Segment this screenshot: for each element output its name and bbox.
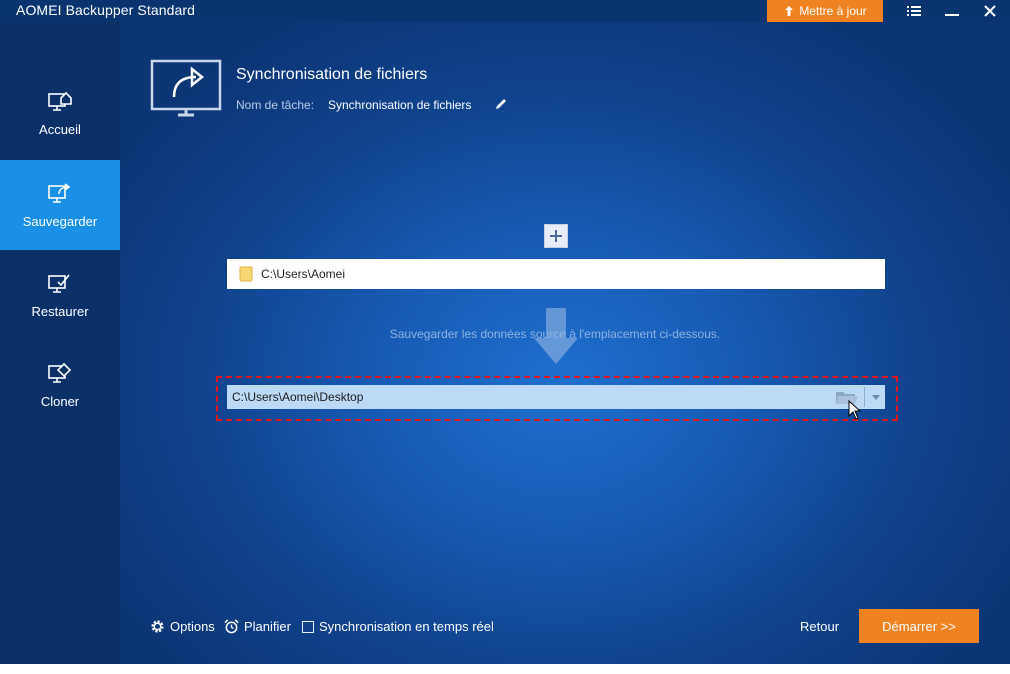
update-button[interactable]: Mettre à jour [767,0,883,22]
back-button[interactable]: Retour [800,619,839,634]
destination-path-field[interactable]: C:\Users\Aomei\Desktop [227,385,885,409]
task-name-label: Nom de tâche: [236,98,315,112]
sidebar-item-label: Cloner [40,393,80,409]
clone-icon [48,362,72,383]
realtime-sync-option[interactable]: Synchronisation en temps réel [302,619,494,634]
destination-path: C:\Users\Aomei\Desktop [232,390,364,404]
menu-icon[interactable] [899,0,929,22]
realtime-sync-label: Synchronisation en temps réel [319,619,494,634]
chevron-down-icon [871,394,880,400]
sidebar-item-restore[interactable]: Restaurer [0,250,120,340]
add-source-button[interactable] [544,224,568,248]
restore-icon [48,274,70,293]
app-window: AOMEI Backupper Standard Mettre à jour A… [0,0,1010,664]
update-button-label: Mettre à jour [799,4,867,18]
source-path: C:\Users\Aomei [261,267,346,281]
sidebar-item-label: Restaurer [31,303,89,319]
plus-icon [550,230,562,242]
options-label: Options [170,619,215,634]
gear-icon [151,620,164,633]
home-icon [48,91,72,111]
sidebar-item-label: Sauvegarder [22,213,98,229]
schedule-label: Planifier [244,619,291,634]
schedule-button[interactable]: Planifier [224,619,291,634]
backup-icon [48,182,71,203]
source-folder-field[interactable]: C:\Users\Aomei [227,259,885,289]
sidebar-item-label: Accueil [39,121,81,137]
close-icon[interactable] [975,0,1005,22]
start-button[interactable]: Démarrer >> [859,609,979,643]
sidebar-item-home[interactable]: Accueil [0,68,120,158]
destination-hint: Sauvegarder les données source à l'empla… [389,327,721,341]
upload-arrow-icon [785,6,794,16]
sidebar-item-backup[interactable]: Sauvegarder [0,160,120,250]
minimize-icon[interactable] [937,0,967,22]
alarm-clock-icon [224,619,239,634]
main-panel: Synchronisation de fichiers Nom de tâche… [120,22,1010,664]
options-button[interactable]: Options [150,619,215,634]
sidebar-item-clone[interactable]: Cloner [0,340,120,430]
realtime-sync-checkbox[interactable] [302,620,314,633]
task-title: Synchronisation de fichiers [236,66,428,83]
dropdown-separator [864,387,865,407]
sidebar: Accueil Sauvegarder Restaurer Cloner [0,22,120,664]
sync-task-icon [150,59,222,117]
mouse-pointer-icon [848,400,862,420]
app-title: AOMEI Backupper Standard [16,2,196,18]
destination-dropdown-button[interactable] [866,385,885,409]
title-bar: AOMEI Backupper Standard Mettre à jour [0,0,1010,22]
folder-icon [239,266,253,282]
edit-icon[interactable] [494,97,508,111]
task-name-value: Synchronisation de fichiers [328,98,472,112]
